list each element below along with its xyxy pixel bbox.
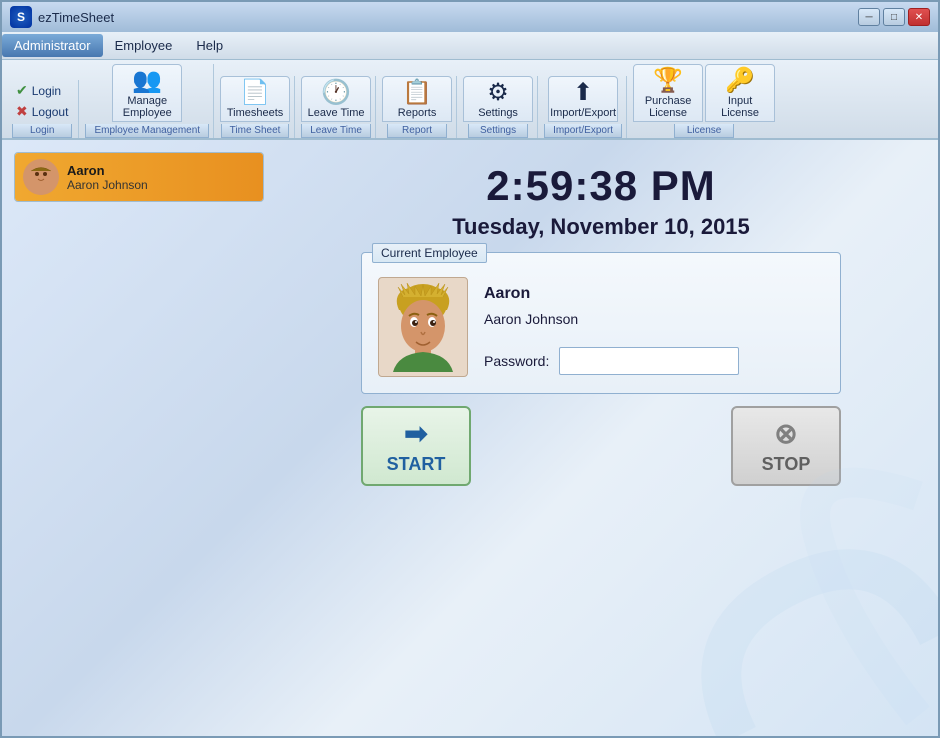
leave-time-button[interactable]: 🕐 Leave Time bbox=[301, 76, 371, 122]
login-button[interactable]: ✔ Login bbox=[12, 80, 72, 101]
close-button[interactable]: ✕ bbox=[908, 8, 930, 26]
main-area: 2:59:38 PM Tuesday, November 10, 2015 Cu… bbox=[276, 152, 926, 724]
purchase-license-label: Purchase License bbox=[638, 95, 698, 119]
avatar-face-icon bbox=[23, 159, 59, 195]
maximize-button[interactable]: □ bbox=[883, 8, 905, 26]
input-license-label: Input License bbox=[710, 95, 770, 119]
employee-list: Aaron Aaron Johnson bbox=[14, 152, 264, 202]
toolbar-group-leave: 🕐 Leave Time Leave Time bbox=[297, 76, 376, 138]
toolbar-group-import-export: ⬆ Import/Export Import/Export bbox=[540, 76, 627, 138]
input-license-icon: 🔑 bbox=[725, 69, 755, 93]
license-group-label: License bbox=[674, 124, 734, 138]
logout-label: Logout bbox=[32, 105, 69, 119]
import-export-icon: ⬆ bbox=[573, 81, 593, 105]
password-input[interactable] bbox=[559, 347, 739, 375]
employee-full-name-panel: Aaron Johnson bbox=[484, 311, 824, 327]
menu-help[interactable]: Help bbox=[184, 34, 235, 57]
leave-time-icon: 🕐 bbox=[321, 81, 351, 105]
reports-group-label: Report bbox=[387, 124, 447, 138]
time-display: 2:59:38 PM Tuesday, November 10, 2015 bbox=[452, 152, 750, 240]
login-group-label: Login bbox=[12, 124, 72, 138]
employee-info-small: Aaron Aaron Johnson bbox=[67, 163, 148, 192]
employee-avatar-large bbox=[378, 277, 468, 377]
settings-group-label: Settings bbox=[468, 124, 528, 138]
license-buttons: 🏆 Purchase License 🔑 Input License bbox=[633, 64, 775, 122]
employee-short-name: Aaron bbox=[67, 163, 148, 178]
avatar-full-icon bbox=[383, 282, 463, 372]
input-license-button[interactable]: 🔑 Input License bbox=[705, 64, 775, 122]
toolbar-group-license: 🏆 Purchase License 🔑 Input License Licen… bbox=[629, 64, 779, 138]
app-window: S ezTimeSheet ─ □ ✕ Administrator Employ… bbox=[0, 0, 940, 738]
clock-date: Tuesday, November 10, 2015 bbox=[452, 214, 750, 240]
titlebar-controls: ─ □ ✕ bbox=[858, 8, 930, 26]
titlebar-left: S ezTimeSheet bbox=[10, 6, 114, 28]
purchase-license-button[interactable]: 🏆 Purchase License bbox=[633, 64, 703, 122]
minimize-button[interactable]: ─ bbox=[858, 8, 880, 26]
start-button[interactable]: ➡ START bbox=[361, 406, 471, 486]
import-export-label: Import/Export bbox=[550, 107, 616, 119]
leave-group-label: Leave Time bbox=[301, 124, 371, 138]
settings-label: Settings bbox=[478, 107, 518, 119]
clock-time: 2:59:38 PM bbox=[452, 162, 750, 210]
login-label: Login bbox=[32, 84, 61, 98]
toolbar-group-login: ✔ Login ✖ Logout Login bbox=[6, 80, 79, 138]
app-logo: S bbox=[10, 6, 32, 28]
stop-x-icon: ⊗ bbox=[774, 417, 797, 450]
password-label: Password: bbox=[484, 353, 549, 369]
logout-button[interactable]: ✖ Logout bbox=[12, 101, 72, 122]
toolbar-group-employee-mgmt: 👥 Manage Employee Employee Management bbox=[81, 64, 214, 138]
current-employee-title: Current Employee bbox=[372, 243, 487, 263]
window-title: ezTimeSheet bbox=[38, 10, 114, 25]
reports-icon: 📋 bbox=[402, 81, 432, 105]
menubar: Administrator Employee Help bbox=[2, 32, 938, 60]
reports-label: Reports bbox=[398, 107, 437, 119]
employee-full-name-list: Aaron Johnson bbox=[67, 178, 148, 192]
toolbar-group-settings: ⚙ Settings Settings bbox=[459, 76, 538, 138]
password-row: Password: bbox=[484, 347, 824, 375]
content-area: Aaron Aaron Johnson 2:59:38 PM Tuesday, … bbox=[2, 140, 938, 736]
reports-button[interactable]: 📋 Reports bbox=[382, 76, 452, 122]
start-arrow-icon: ➡ bbox=[404, 417, 427, 450]
settings-button[interactable]: ⚙ Settings bbox=[463, 76, 533, 122]
logout-x-icon: ✖ bbox=[16, 103, 28, 120]
manage-employee-icon: 👥 bbox=[132, 69, 162, 93]
timesheet-group-label: Time Sheet bbox=[221, 124, 290, 138]
current-employee-panel: Current Employee bbox=[361, 252, 841, 394]
employee-panel: Aaron Aaron Johnson Password: bbox=[378, 277, 824, 377]
action-buttons: ➡ START ⊗ STOP bbox=[361, 406, 841, 486]
manage-employee-label: Manage Employee bbox=[117, 95, 177, 119]
menu-employee[interactable]: Employee bbox=[103, 34, 185, 57]
toolbar-group-timesheet: 📄 Timesheets Time Sheet bbox=[216, 76, 295, 138]
import-export-button[interactable]: ⬆ Import/Export bbox=[548, 76, 618, 122]
settings-icon: ⚙ bbox=[487, 81, 509, 105]
import-export-group-label: Import/Export bbox=[544, 124, 622, 138]
employee-short-name-panel: Aaron bbox=[484, 285, 824, 303]
timesheets-icon: 📄 bbox=[240, 81, 270, 105]
employee-mgmt-group-label: Employee Management bbox=[85, 124, 209, 138]
titlebar: S ezTimeSheet ─ □ ✕ bbox=[2, 2, 938, 32]
employee-details: Aaron Aaron Johnson Password: bbox=[484, 277, 824, 375]
employee-avatar-small bbox=[23, 159, 59, 195]
employee-item[interactable]: Aaron Aaron Johnson bbox=[15, 153, 263, 201]
start-label: START bbox=[387, 454, 446, 475]
stop-label: STOP bbox=[762, 454, 811, 475]
toolbar: ✔ Login ✖ Logout Login 👥 Manage Employee… bbox=[2, 60, 938, 140]
timesheets-label: Timesheets bbox=[227, 107, 283, 119]
purchase-license-icon: 🏆 bbox=[653, 69, 683, 93]
manage-employee-button[interactable]: 👥 Manage Employee bbox=[112, 64, 182, 122]
toolbar-group-reports: 📋 Reports Report bbox=[378, 76, 457, 138]
stop-button[interactable]: ⊗ STOP bbox=[731, 406, 841, 486]
timesheets-button[interactable]: 📄 Timesheets bbox=[220, 76, 290, 122]
login-check-icon: ✔ bbox=[16, 82, 28, 99]
menu-administrator[interactable]: Administrator bbox=[2, 34, 103, 57]
leave-time-label: Leave Time bbox=[308, 107, 365, 119]
